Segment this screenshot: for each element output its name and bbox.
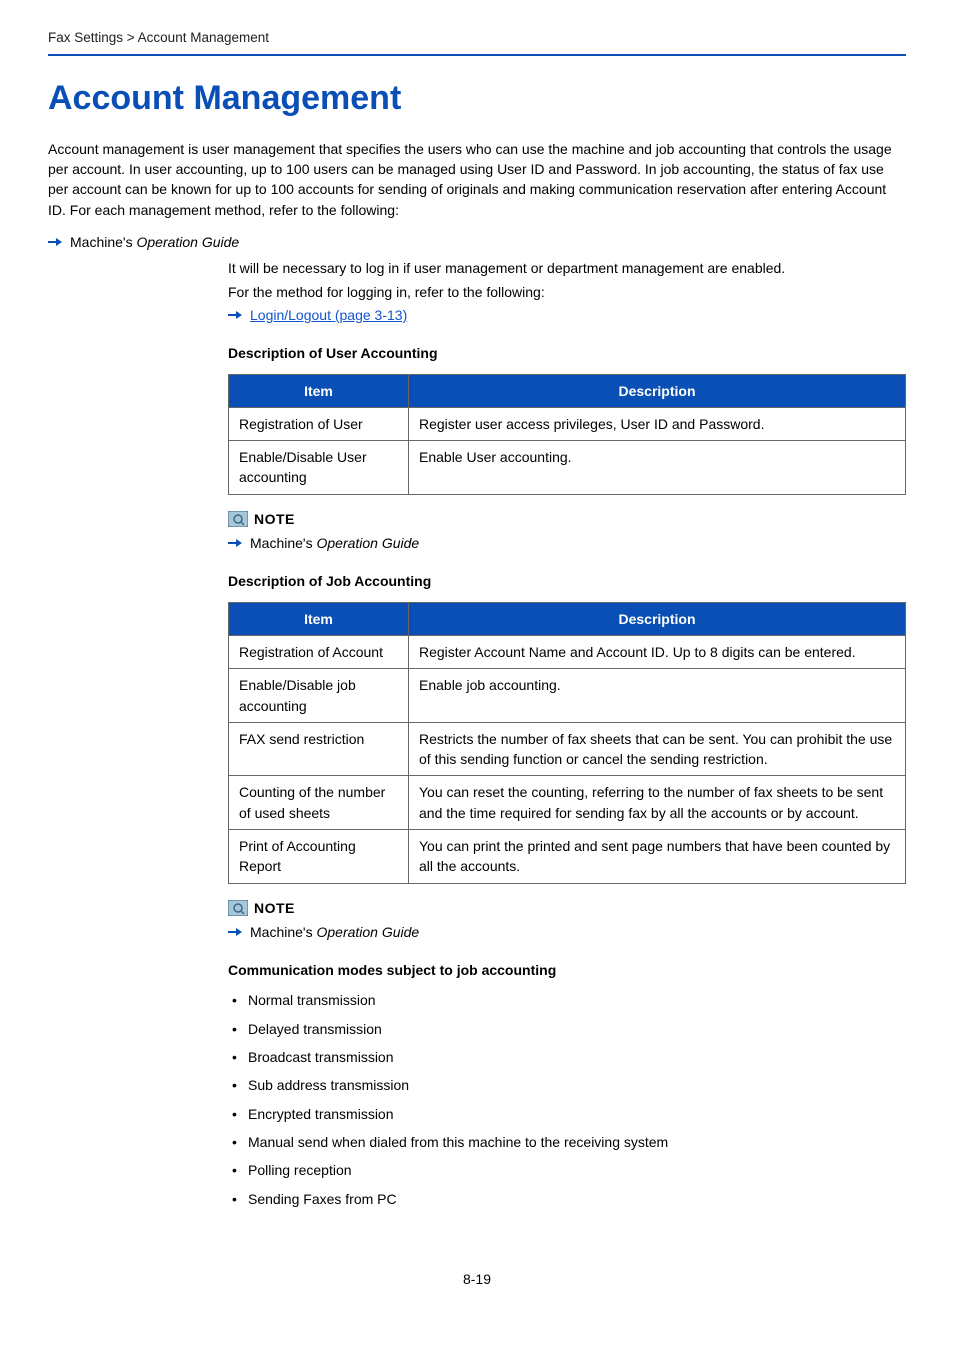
guide-text: Machine's Operation Guide bbox=[70, 232, 239, 252]
arrow-right-icon bbox=[228, 927, 242, 937]
intro-paragraph: Account management is user management th… bbox=[48, 139, 906, 220]
guide-text: Machine's Operation Guide bbox=[250, 922, 419, 942]
guide-reference-top: Machine's Operation Guide bbox=[48, 232, 906, 252]
comm-modes-list: Normal transmission Delayed transmission… bbox=[228, 990, 906, 1208]
login-logout-link[interactable]: Login/Logout (page 3-13) bbox=[250, 305, 407, 325]
login-note-line2: For the method for logging in, refer to … bbox=[228, 282, 906, 302]
user-accounting-heading: Description of User Accounting bbox=[228, 343, 906, 363]
table-row: Enable/Disable job accounting Enable job… bbox=[229, 669, 906, 723]
cell-item: Enable/Disable job accounting bbox=[229, 669, 409, 723]
cell-desc: Register user access privileges, User ID… bbox=[409, 407, 906, 440]
th-item: Item bbox=[229, 602, 409, 635]
arrow-right-icon bbox=[228, 310, 242, 320]
cell-item: Registration of Account bbox=[229, 635, 409, 668]
list-item: Broadcast transmission bbox=[228, 1047, 906, 1067]
note-block-1: NOTE Machine's Operation Guide bbox=[228, 509, 906, 554]
cell-desc: Register Account Name and Account ID. Up… bbox=[409, 635, 906, 668]
guide-text: Machine's Operation Guide bbox=[250, 533, 419, 553]
th-item: Item bbox=[229, 374, 409, 407]
cell-desc: Enable User accounting. bbox=[409, 441, 906, 495]
list-item: Encrypted transmission bbox=[228, 1104, 906, 1124]
note-icon bbox=[228, 511, 248, 527]
cell-desc: Enable job accounting. bbox=[409, 669, 906, 723]
job-accounting-table: Item Description Registration of Account… bbox=[228, 602, 906, 884]
breadcrumb: Fax Settings > Account Management bbox=[48, 28, 906, 56]
table-row: Print of Accounting Report You can print… bbox=[229, 829, 906, 883]
cell-item: FAX send restriction bbox=[229, 722, 409, 776]
note-block-2: NOTE Machine's Operation Guide bbox=[228, 898, 906, 943]
cell-item: Registration of User bbox=[229, 407, 409, 440]
cell-desc: You can reset the counting, referring to… bbox=[409, 776, 906, 830]
cell-item: Enable/Disable User accounting bbox=[229, 441, 409, 495]
page-number: 8-19 bbox=[48, 1269, 906, 1289]
cell-item: Print of Accounting Report bbox=[229, 829, 409, 883]
list-item: Sub address transmission bbox=[228, 1075, 906, 1095]
list-item: Sending Faxes from PC bbox=[228, 1189, 906, 1209]
list-item: Normal transmission bbox=[228, 990, 906, 1010]
arrow-right-icon bbox=[48, 237, 62, 247]
list-item: Delayed transmission bbox=[228, 1019, 906, 1039]
table-row: Counting of the number of used sheets Yo… bbox=[229, 776, 906, 830]
table-row: Enable/Disable User accounting Enable Us… bbox=[229, 441, 906, 495]
table-row: Registration of Account Register Account… bbox=[229, 635, 906, 668]
login-link-row: Login/Logout (page 3-13) bbox=[228, 305, 906, 325]
cell-desc: You can print the printed and sent page … bbox=[409, 829, 906, 883]
list-item: Manual send when dialed from this machin… bbox=[228, 1132, 906, 1152]
th-description: Description bbox=[409, 374, 906, 407]
note-label: NOTE bbox=[254, 898, 295, 918]
comm-modes-heading: Communication modes subject to job accou… bbox=[228, 960, 906, 980]
page-title: Account Management bbox=[48, 74, 906, 123]
table-row: FAX send restriction Restricts the numbe… bbox=[229, 722, 906, 776]
table-row: Registration of User Register user acces… bbox=[229, 407, 906, 440]
job-accounting-heading: Description of Job Accounting bbox=[228, 571, 906, 591]
note-icon bbox=[228, 900, 248, 916]
cell-desc: Restricts the number of fax sheets that … bbox=[409, 722, 906, 776]
guide-reference-note1: Machine's Operation Guide bbox=[228, 533, 906, 553]
arrow-right-icon bbox=[228, 538, 242, 548]
cell-item: Counting of the number of used sheets bbox=[229, 776, 409, 830]
user-accounting-table: Item Description Registration of User Re… bbox=[228, 374, 906, 495]
note-label: NOTE bbox=[254, 509, 295, 529]
login-note-line1: It will be necessary to log in if user m… bbox=[228, 258, 906, 278]
th-description: Description bbox=[409, 602, 906, 635]
guide-reference-note2: Machine's Operation Guide bbox=[228, 922, 906, 942]
list-item: Polling reception bbox=[228, 1160, 906, 1180]
